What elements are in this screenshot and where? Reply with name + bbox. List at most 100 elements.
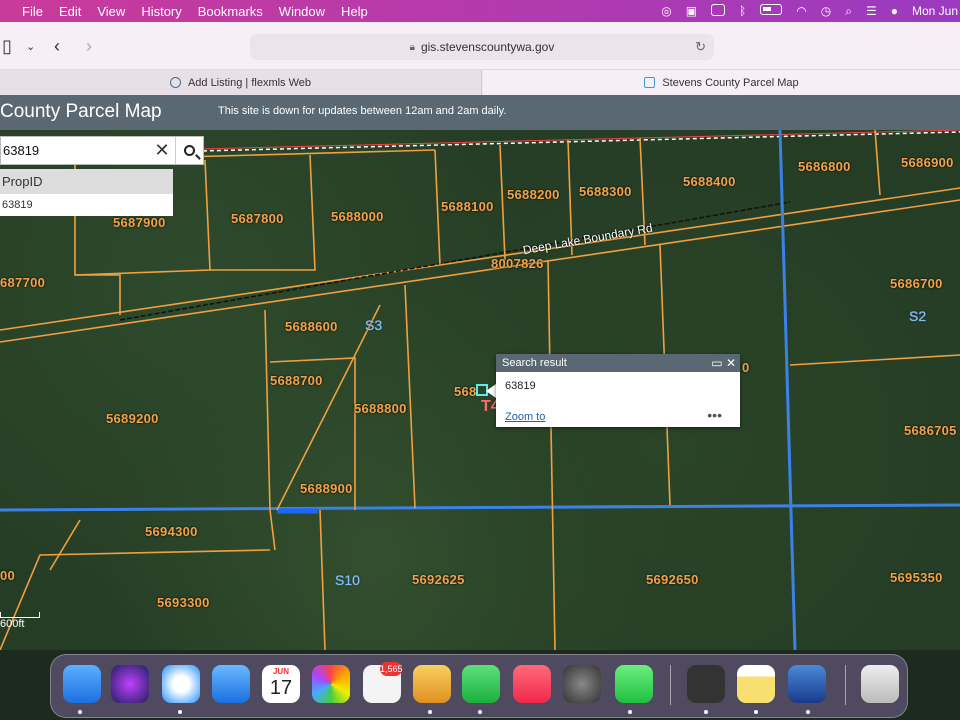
- control-center-icon[interactable]: ☰: [866, 4, 877, 18]
- parcel-label[interactable]: 8007826: [491, 256, 544, 271]
- parcel-label[interactable]: 5688400: [683, 174, 736, 189]
- battery-icon[interactable]: [760, 4, 783, 18]
- running-indicator: [478, 710, 482, 714]
- wifi-icon[interactable]: ◠: [796, 4, 806, 18]
- bluetooth-icon[interactable]: ᛒ: [739, 4, 746, 18]
- facetime-icon[interactable]: [462, 665, 500, 703]
- system-preferences-icon[interactable]: [563, 665, 601, 703]
- siri-icon[interactable]: ●: [891, 4, 898, 18]
- music-icon[interactable]: [513, 665, 551, 703]
- url-text: gis.stevenscountywa.gov: [420, 40, 555, 54]
- messages-icon[interactable]: [615, 665, 653, 703]
- close-icon[interactable]: ✕: [726, 356, 736, 370]
- dock-divider: [845, 665, 846, 705]
- search-icon: [184, 145, 195, 156]
- maintenance-notice: This site is down for updates between 12…: [218, 105, 507, 117]
- search-input[interactable]: 63819: [1, 143, 149, 158]
- parcel-label[interactable]: 5693300: [157, 595, 210, 610]
- menu-file[interactable]: File: [14, 4, 51, 19]
- more-options-icon[interactable]: •••: [707, 407, 722, 423]
- calendar-icon[interactable]: JUN 17: [262, 665, 300, 703]
- parcel-label[interactable]: 5692650: [646, 572, 699, 587]
- popup-title: Search result: [502, 357, 567, 369]
- cast-icon[interactable]: ▣: [686, 4, 697, 18]
- suggestion-header: PropID: [0, 169, 173, 194]
- clear-icon[interactable]: ✕: [149, 140, 175, 161]
- parcel-label[interactable]: 5687900: [113, 215, 166, 230]
- parcel-label[interactable]: 5694300: [145, 524, 198, 539]
- browser-toolbar: ▯ ⌄ ‹ › 🔒︎ gis.stevenscountywa.gov ↻: [0, 22, 960, 70]
- scale-label: 600ft: [0, 618, 25, 630]
- popup-pointer: [486, 384, 496, 398]
- siri-app-icon[interactable]: [111, 665, 149, 703]
- parcel-label[interactable]: 5687800: [231, 211, 284, 226]
- menu-window[interactable]: Window: [271, 4, 333, 19]
- search-suggestions: PropID 63819: [0, 169, 173, 216]
- parcel-label[interactable]: 5695350: [890, 570, 943, 585]
- safari-icon[interactable]: [162, 665, 200, 703]
- maximize-icon[interactable]: ▭: [711, 356, 722, 370]
- scale-bar: 600ft: [0, 612, 40, 630]
- running-indicator: [754, 710, 758, 714]
- running-indicator: [78, 710, 82, 714]
- spotlight-icon[interactable]: ⌕: [845, 4, 852, 19]
- menu-bar: File Edit View History Bookmarks Window …: [0, 0, 960, 22]
- menu-edit[interactable]: Edit: [51, 4, 89, 19]
- parcel-label[interactable]: 687700: [0, 275, 45, 290]
- screen-icon[interactable]: [711, 3, 726, 19]
- address-bar[interactable]: 🔒︎ gis.stevenscountywa.gov ↻: [250, 34, 714, 60]
- zoom-to-link[interactable]: Zoom to: [505, 411, 545, 423]
- parcel-label[interactable]: 5686900: [901, 155, 954, 170]
- menu-history[interactable]: History: [133, 4, 189, 19]
- quicktime-icon[interactable]: [788, 665, 826, 703]
- parcel-label[interactable]: 5688600: [285, 319, 338, 334]
- reload-icon[interactable]: ↻: [695, 39, 706, 55]
- tab-parcel-map[interactable]: Stevens County Parcel Map: [483, 70, 960, 95]
- parcel-label[interactable]: 5686705: [904, 423, 957, 438]
- parcel-label[interactable]: 00: [0, 568, 15, 583]
- pages-icon[interactable]: [413, 665, 451, 703]
- sidebar-icon[interactable]: ▯: [2, 36, 12, 57]
- menu-bookmarks[interactable]: Bookmarks: [190, 4, 271, 19]
- parcel-label[interactable]: 5688700: [270, 373, 323, 388]
- notes-icon[interactable]: [737, 665, 775, 703]
- parcel-label[interactable]: 5686800: [798, 159, 851, 174]
- tab-flexmls[interactable]: Add Listing | flexmls Web: [0, 70, 482, 95]
- running-indicator: [428, 710, 432, 714]
- dock: JUN 17: [50, 654, 908, 718]
- search-result-popup: Search result ▭ ✕ 63819 Zoom to •••: [496, 354, 740, 427]
- search-button[interactable]: [175, 137, 203, 164]
- section-label: S3: [365, 317, 383, 333]
- parcel-label[interactable]: 0: [742, 360, 750, 375]
- parcel-label[interactable]: 5688000: [331, 209, 384, 224]
- parcel-label[interactable]: 568: [454, 384, 477, 399]
- chevron-down-icon[interactable]: ⌄: [26, 40, 35, 53]
- mail-icon[interactable]: [212, 665, 250, 703]
- clock[interactable]: Mon Jun: [912, 4, 958, 18]
- menu-view[interactable]: View: [89, 4, 133, 19]
- running-indicator: [704, 710, 708, 714]
- back-icon[interactable]: ‹: [54, 36, 60, 57]
- status-icon[interactable]: ◎: [661, 4, 671, 18]
- keychain-icon[interactable]: [687, 665, 725, 703]
- section-label: S2: [909, 308, 927, 324]
- parcel-label[interactable]: 5688200: [507, 187, 560, 202]
- suggestion-item[interactable]: 63819: [0, 194, 173, 216]
- flexmls-favicon-icon: [169, 77, 181, 88]
- parcel-label[interactable]: 5686700: [890, 276, 943, 291]
- parcel-label[interactable]: 5688800: [354, 401, 407, 416]
- parcel-label[interactable]: 5688300: [579, 184, 632, 199]
- trash-icon[interactable]: [861, 665, 899, 703]
- photos-icon[interactable]: [312, 665, 350, 703]
- parcel-label[interactable]: 5688100: [441, 199, 494, 214]
- parcel-label[interactable]: 5689200: [106, 411, 159, 426]
- search-box: 63819 ✕: [0, 136, 204, 165]
- parcel-label[interactable]: 5692625: [412, 572, 465, 587]
- tab-label: Add Listing | flexmls Web: [187, 76, 312, 89]
- forward-icon[interactable]: ›: [86, 36, 92, 57]
- finder-icon[interactable]: [63, 665, 101, 703]
- time-machine-icon[interactable]: ◷: [821, 4, 831, 18]
- parcel-label[interactable]: 5688900: [300, 481, 353, 496]
- menu-help[interactable]: Help: [333, 4, 376, 19]
- popup-value: 63819: [505, 380, 536, 392]
